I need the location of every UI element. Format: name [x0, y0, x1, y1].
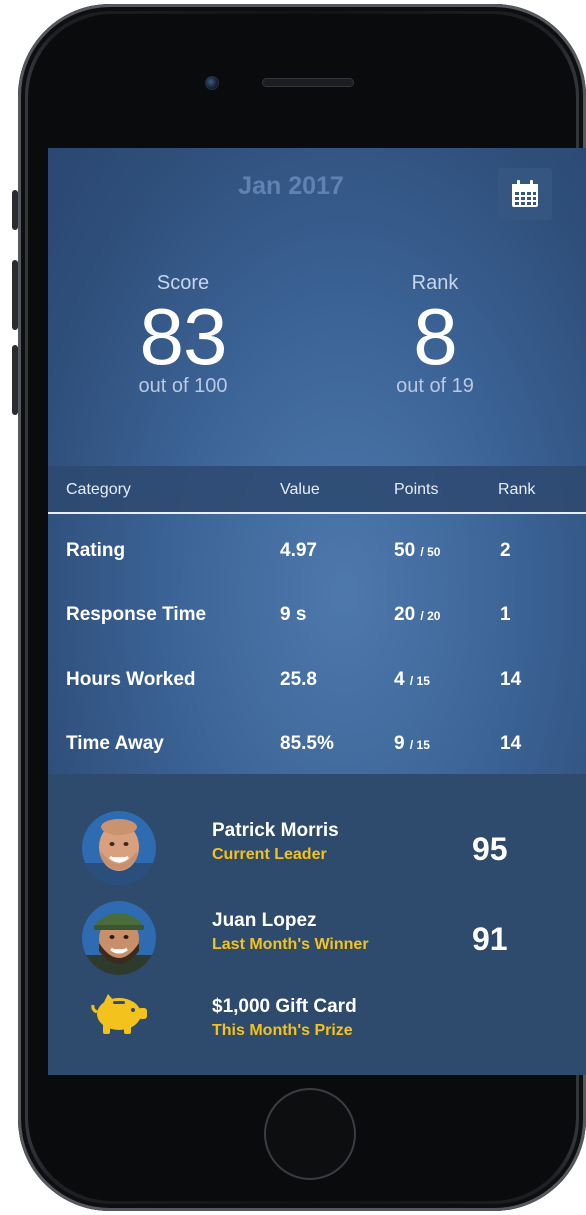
points-earned: 50 [394, 540, 416, 561]
row-category: Response Time [66, 604, 207, 625]
month-title: Jan 2017 [238, 172, 344, 200]
row-category: Hours Worked [66, 669, 196, 690]
avatar[interactable] [82, 811, 156, 885]
calendar-icon [512, 180, 538, 207]
rank-summary: Rank 8 out of 19 [330, 272, 540, 398]
row-value: 25.8 [280, 669, 317, 690]
avatar[interactable] [82, 901, 156, 975]
avatar-photo [82, 901, 156, 975]
row-rank: 14 [500, 669, 522, 690]
row-rank: 1 [500, 604, 511, 625]
score-value: 83 [139, 292, 228, 381]
row-rank: 14 [500, 733, 522, 754]
home-button[interactable] [264, 1088, 356, 1180]
leader-name: Juan Lopez [212, 910, 317, 931]
app-screen: Jan 2017 Score 83 out of 100 Rank 8 out … [48, 148, 586, 1075]
row-points: 4 / 15 [394, 669, 430, 691]
earpiece-speaker [262, 78, 354, 87]
row-points: 50 / 50 [394, 540, 440, 562]
header-points[interactable]: Points [394, 481, 438, 499]
row-points: 9 / 15 [394, 733, 430, 755]
table-row[interactable]: Hours Worked 25.8 4 / 15 14 [48, 647, 586, 711]
prize-icon-wrap [90, 992, 150, 1036]
leaderboard-panel: Patrick Morris Current Leader 95 Juan Lo… [48, 774, 586, 1075]
row-value: 9 s [280, 604, 307, 625]
row-points: 20 / 20 [394, 604, 440, 626]
score-summary: Score 83 out of 100 [78, 272, 288, 398]
points-max: / 15 [409, 738, 430, 752]
leader-name: Patrick Morris [212, 820, 339, 841]
points-earned: 4 [394, 669, 405, 690]
points-max: / 50 [420, 545, 441, 559]
silent-switch [12, 190, 18, 230]
points-earned: 20 [394, 604, 416, 625]
points-max: / 20 [420, 609, 441, 623]
avatar-photo [82, 811, 156, 885]
rank-out-of: out of 19 [396, 375, 474, 397]
rank-value: 8 [413, 292, 458, 381]
points-earned: 9 [394, 733, 405, 754]
volume-up-button [12, 260, 18, 330]
volume-down-button [12, 345, 18, 415]
table-row[interactable]: Rating 4.97 50 / 50 2 [48, 518, 586, 582]
row-rank: 2 [500, 540, 511, 561]
row-value: 85.5% [280, 733, 334, 754]
row-category: Time Away [66, 733, 164, 754]
header-category[interactable]: Category [66, 481, 131, 499]
row-value: 4.97 [280, 540, 317, 561]
points-max: / 15 [409, 674, 430, 688]
piggy-bank-icon [91, 994, 147, 1034]
calendar-button[interactable] [498, 168, 552, 220]
table-row[interactable]: Response Time 9 s 20 / 20 1 [48, 582, 586, 646]
prize-title: $1,000 Gift Card [212, 996, 357, 1017]
table-row[interactable]: Time Away 85.5% 9 / 15 14 [48, 711, 586, 775]
prize-subtitle: This Month's Prize [212, 1022, 353, 1039]
leader-subtitle: Current Leader [212, 846, 327, 863]
row-category: Rating [66, 540, 126, 561]
leader-subtitle: Last Month's Winner [212, 936, 369, 953]
table-header: Category Value Points Rank [48, 466, 586, 514]
leader-score: 95 [472, 831, 508, 867]
leader-score: 91 [472, 921, 508, 957]
header-rank[interactable]: Rank [498, 481, 535, 499]
header-value[interactable]: Value [280, 481, 320, 499]
score-out-of: out of 100 [138, 375, 228, 397]
front-camera [205, 76, 219, 90]
